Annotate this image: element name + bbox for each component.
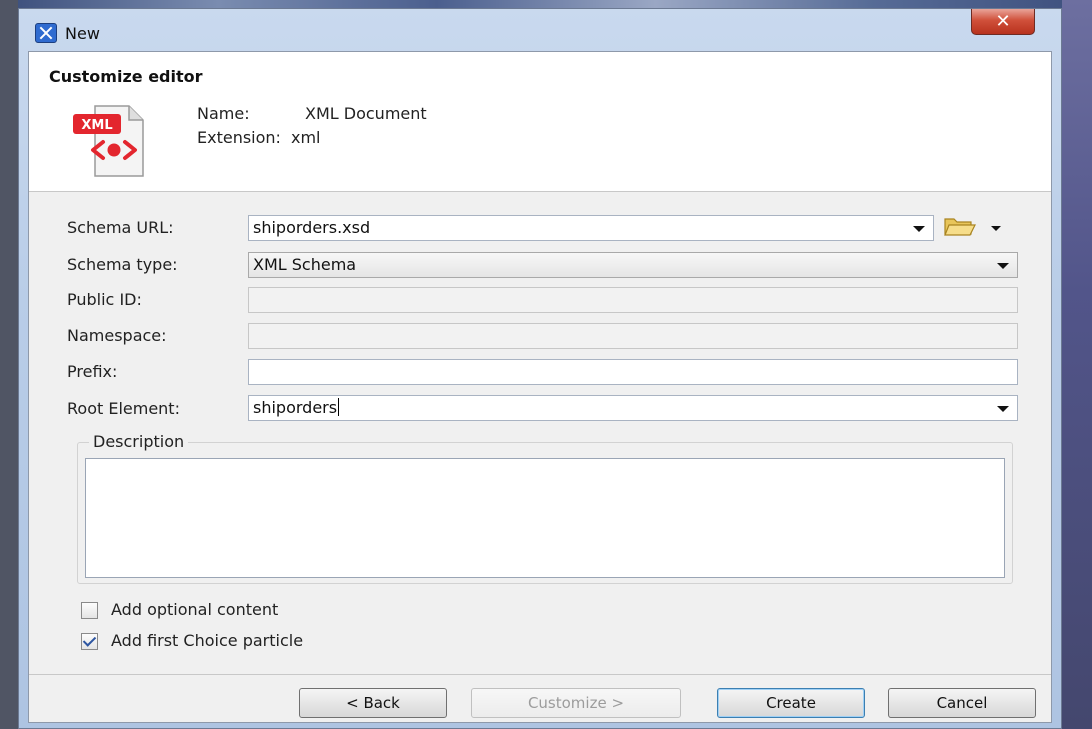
dialog-client-area: Customize editor XML Name: XML Document … <box>28 51 1052 723</box>
back-button[interactable]: < Back <box>299 688 447 718</box>
app-x-icon <box>35 23 57 43</box>
prefix-label: Prefix: <box>67 362 118 381</box>
root-element-value: shiporders <box>253 398 338 417</box>
chevron-down-icon[interactable] <box>997 406 1009 412</box>
new-dialog-window: New ✕ Customize editor XML Name: XML Doc… <box>18 8 1062 729</box>
text-caret <box>338 398 340 416</box>
page-title: Customize editor <box>49 67 203 86</box>
name-label: Name: <box>197 104 250 123</box>
root-element-label: Root Element: <box>67 399 180 418</box>
chevron-down-icon[interactable] <box>913 226 925 232</box>
xml-document-icon: XML <box>73 105 144 177</box>
namespace-label: Namespace: <box>67 326 167 345</box>
extension-value: xml <box>291 128 321 147</box>
name-value: XML Document <box>305 104 427 123</box>
desktop-right-edge <box>1062 0 1092 729</box>
schema-url-value: shiporders.xsd <box>253 218 371 237</box>
window-title: New <box>65 24 100 43</box>
schema-type-label: Schema type: <box>67 255 178 274</box>
title-bar[interactable]: New ✕ <box>19 9 1063 51</box>
close-button[interactable]: ✕ <box>971 9 1035 35</box>
add-first-choice-label[interactable]: Add first Choice particle <box>111 631 303 650</box>
create-button[interactable]: Create <box>717 688 865 718</box>
xml-badge-text: XML <box>81 118 112 133</box>
cancel-button[interactable]: Cancel <box>888 688 1036 718</box>
add-first-choice-checkbox[interactable] <box>81 633 98 650</box>
public-id-label: Public ID: <box>67 290 142 309</box>
schema-url-label: Schema URL: <box>67 218 174 237</box>
description-textarea[interactable] <box>85 458 1005 578</box>
add-optional-content-label[interactable]: Add optional content <box>111 600 278 619</box>
dialog-header: Customize editor XML Name: XML Document … <box>29 52 1051 192</box>
add-optional-content-checkbox[interactable] <box>81 602 98 619</box>
schema-type-select[interactable]: XML Schema <box>248 252 1018 278</box>
browse-menu-arrow-icon[interactable] <box>991 226 1001 231</box>
root-element-combo[interactable]: shiporders <box>248 395 1018 421</box>
schema-url-combo[interactable]: shiporders.xsd <box>248 215 934 241</box>
description-legend: Description <box>89 432 189 451</box>
schema-type-value: XML Schema <box>253 255 357 274</box>
namespace-field <box>248 323 1018 349</box>
public-id-field <box>248 287 1018 313</box>
desktop-left-edge <box>0 0 18 729</box>
folder-open-icon[interactable] <box>943 214 977 238</box>
footer-divider <box>29 674 1051 675</box>
chevron-down-icon[interactable] <box>997 263 1009 269</box>
extension-label: Extension: <box>197 128 281 147</box>
prefix-input[interactable] <box>248 359 1018 385</box>
customize-button[interactable]: Customize > <box>471 688 681 718</box>
